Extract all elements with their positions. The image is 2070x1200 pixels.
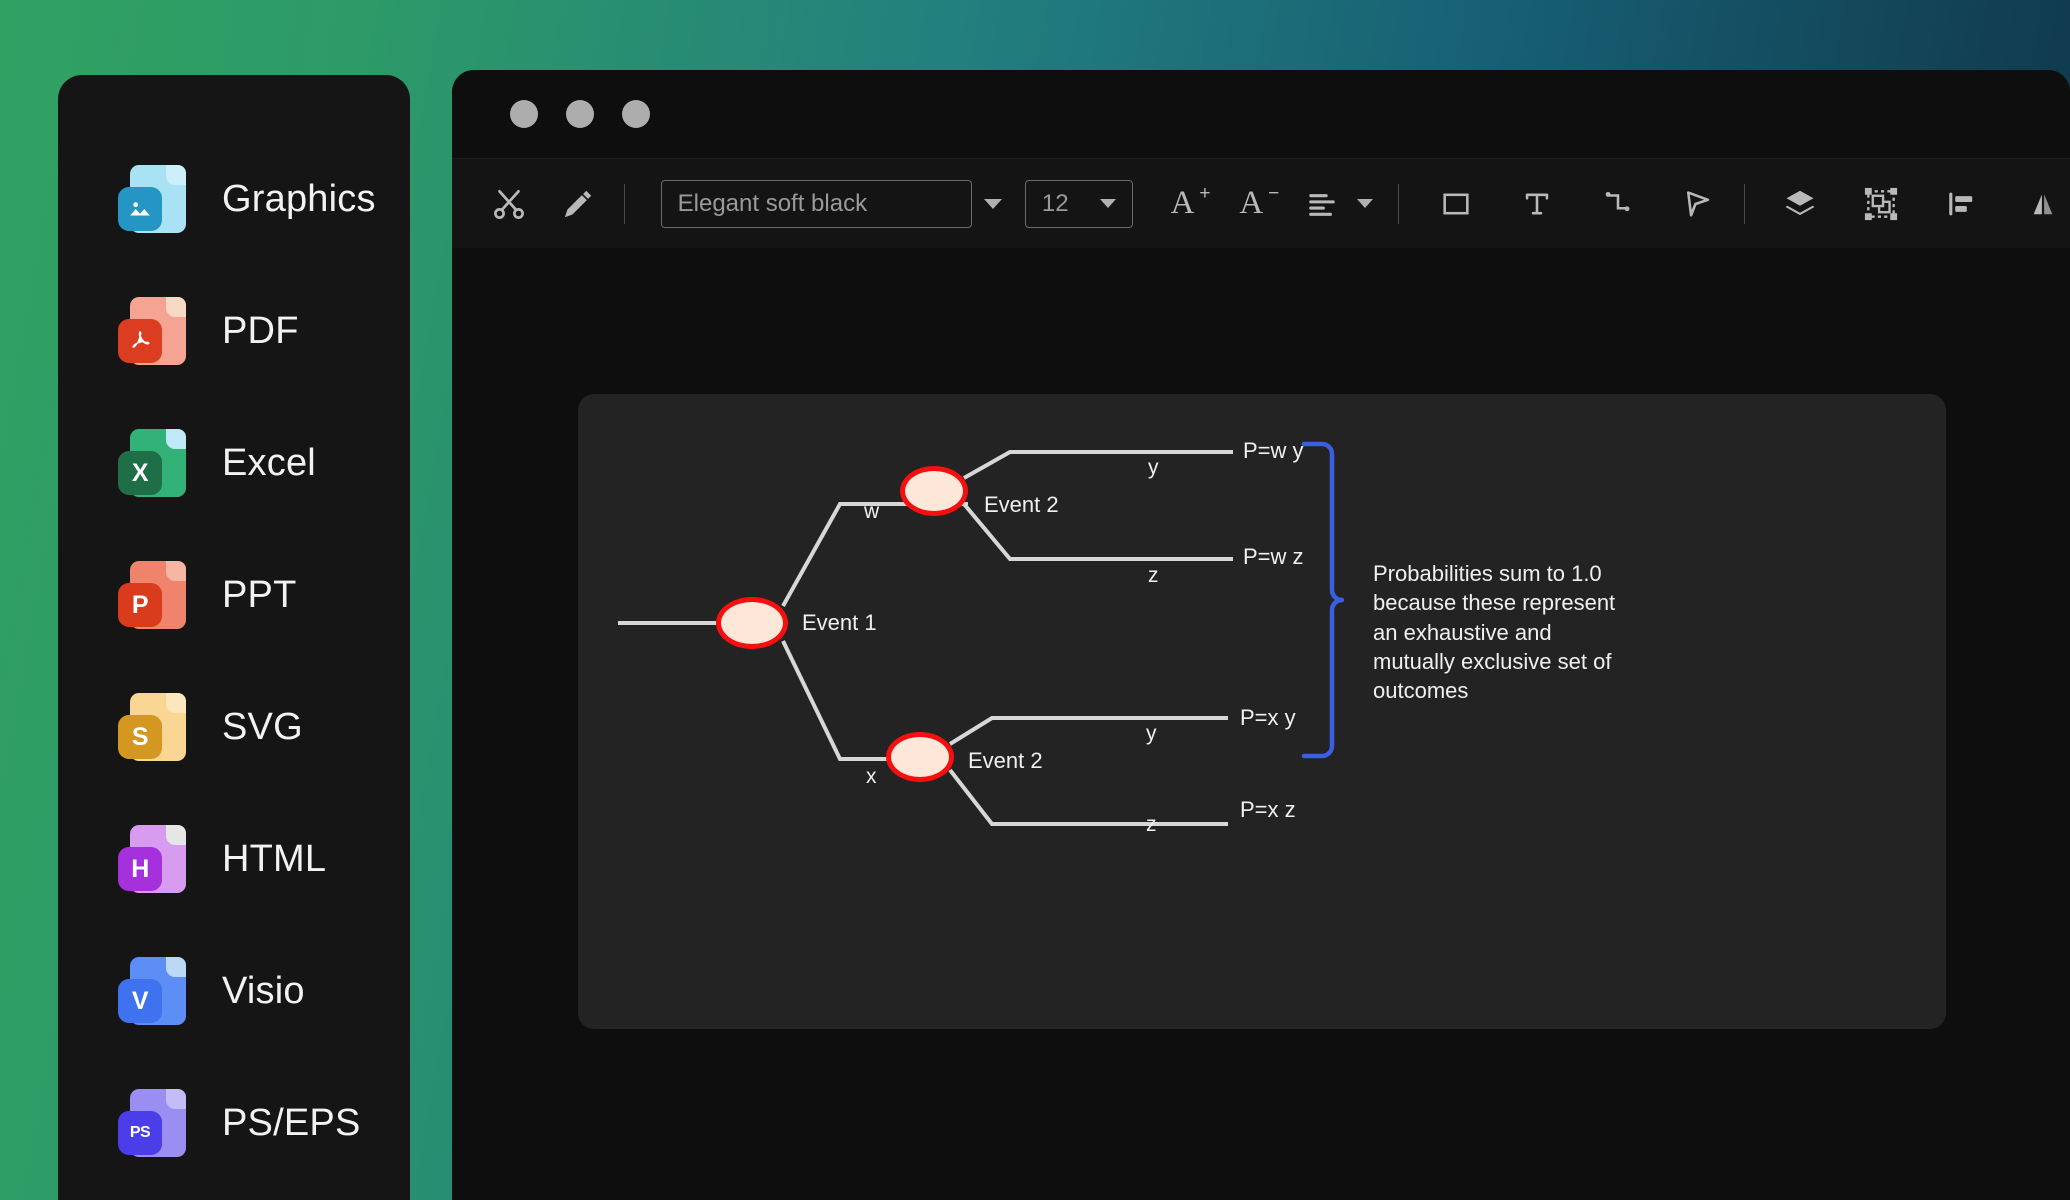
toolbar-separator (1743, 183, 1745, 224)
toolbar-separator (623, 183, 625, 224)
outcome-label-xz: P=x z (1240, 797, 1296, 822)
chevron-down-icon (1356, 199, 1373, 208)
sidebar-item-label: PPT (222, 573, 297, 616)
diagram-canvas[interactable]: Event 1 Event 2 Event 2 w x y z y z P=w … (578, 394, 1946, 1029)
sidebar-item-visio[interactable]: V Visio (58, 925, 410, 1057)
event2-bottom-label: Event 2 (968, 748, 1043, 773)
branch-label-z-top: z (1148, 564, 1159, 587)
text-align-button[interactable] (1295, 173, 1350, 235)
minimize-button[interactable] (566, 100, 594, 128)
format-painter-button[interactable] (551, 173, 606, 235)
pointer-tool-button[interactable] (1671, 173, 1726, 235)
chevron-down-icon (983, 198, 1002, 209)
app-background: Graphics PDF X Excel P PPT S SVG H HTML … (0, 0, 2070, 1200)
branch-label-y-top: y (1148, 456, 1159, 479)
sidebar-item-label: HTML (222, 837, 327, 880)
decrease-font-sign: − (1268, 183, 1280, 204)
sidebar-item-label: Visio (222, 969, 305, 1012)
branch-label-w: w (864, 500, 880, 523)
probability-tree-diagram: Event 1 Event 2 Event 2 w x y z y z P=w … (578, 394, 1946, 1029)
maximize-button[interactable] (622, 100, 650, 128)
window-titlebar (452, 70, 2070, 158)
style-name-value: Elegant soft black (677, 189, 868, 217)
style-dropdown-button[interactable] (972, 198, 1013, 209)
formatting-toolbar: Elegant soft black 12 A + A − (452, 158, 2070, 248)
close-button[interactable] (510, 100, 538, 128)
event2-top-node[interactable] (900, 466, 968, 516)
ppt-badge-letter: P (118, 583, 162, 627)
pdf-file-icon (116, 293, 192, 369)
align-objects-left-button[interactable] (1934, 173, 1989, 235)
event1-node[interactable] (716, 597, 788, 649)
html-badge-letter: H (118, 847, 162, 891)
increase-font-letter: A (1170, 185, 1195, 221)
sidebar-item-svg[interactable]: S SVG (58, 661, 410, 793)
sidebar-item-label: PS/EPS (222, 1101, 361, 1144)
excel-file-icon: X (116, 425, 192, 501)
visio-file-icon: V (116, 953, 192, 1029)
visio-badge-letter: V (118, 979, 162, 1023)
sidebar-item-excel[interactable]: X Excel (58, 397, 410, 529)
sidebar-item-html[interactable]: H HTML (58, 793, 410, 925)
font-size-value: 12 (1041, 189, 1069, 217)
outcome-label-wy: P=w y (1243, 438, 1304, 463)
decrease-font-letter: A (1239, 185, 1264, 221)
sidebar-item-label: SVG (222, 705, 303, 748)
increase-font-sign: + (1199, 183, 1211, 204)
sidebar-item-label: PDF (222, 309, 299, 352)
excel-badge-letter: X (118, 451, 162, 495)
ps-eps-file-icon: PS (116, 1085, 192, 1161)
chevron-down-icon (1100, 199, 1117, 208)
style-name-input[interactable]: Elegant soft black (660, 179, 973, 228)
event1-label: Event 1 (802, 610, 877, 635)
rectangle-tool-button[interactable] (1429, 173, 1484, 235)
branch-label-y-bottom: y (1146, 722, 1157, 745)
ps-badge-letter: PS (118, 1111, 162, 1155)
group-objects-button[interactable] (1854, 173, 1909, 235)
connector-tool-button[interactable] (1590, 173, 1645, 235)
outcome-label-wz: P=w z (1243, 544, 1304, 569)
sidebar-item-label: Excel (222, 441, 316, 484)
sidebar-item-graphics[interactable]: Graphics (58, 133, 410, 265)
cut-button[interactable] (482, 173, 537, 235)
svg-badge-letter: S (118, 715, 162, 759)
branch-label-z-bottom: z (1146, 813, 1157, 836)
text-align-dropdown-button[interactable] (1350, 199, 1380, 208)
decrease-font-size-button[interactable]: A − (1224, 173, 1279, 235)
branch-label-x: x (866, 765, 877, 788)
ppt-file-icon: P (116, 557, 192, 633)
outcome-label-xy: P=x y (1240, 705, 1296, 730)
toolbar-separator (1397, 183, 1399, 224)
sidebar-item-ppt[interactable]: P PPT (58, 529, 410, 661)
svg-file-icon: S (116, 689, 192, 765)
diagram-annotation: Probabilities sum to 1.0 because these r… (1373, 561, 1616, 703)
graphics-file-icon (116, 161, 192, 237)
font-size-select[interactable]: 12 (1024, 179, 1134, 228)
sidebar-item-ps-eps[interactable]: PS PS/EPS (58, 1057, 410, 1189)
format-sidebar: Graphics PDF X Excel P PPT S SVG H HTML … (58, 75, 410, 1200)
html-file-icon: H (116, 821, 192, 897)
sidebar-item-pdf[interactable]: PDF (58, 265, 410, 397)
event2-bottom-node[interactable] (886, 732, 954, 782)
flip-horizontal-button[interactable] (2015, 173, 2070, 235)
sidebar-item-label: Graphics (222, 177, 376, 220)
increase-font-size-button[interactable]: A + (1155, 173, 1211, 235)
layers-button[interactable] (1773, 173, 1828, 235)
editor-window: Elegant soft black 12 A + A − Event 1 Ev… (452, 70, 2070, 1200)
event2-top-label: Event 2 (984, 492, 1059, 517)
text-tool-button[interactable] (1509, 173, 1564, 235)
